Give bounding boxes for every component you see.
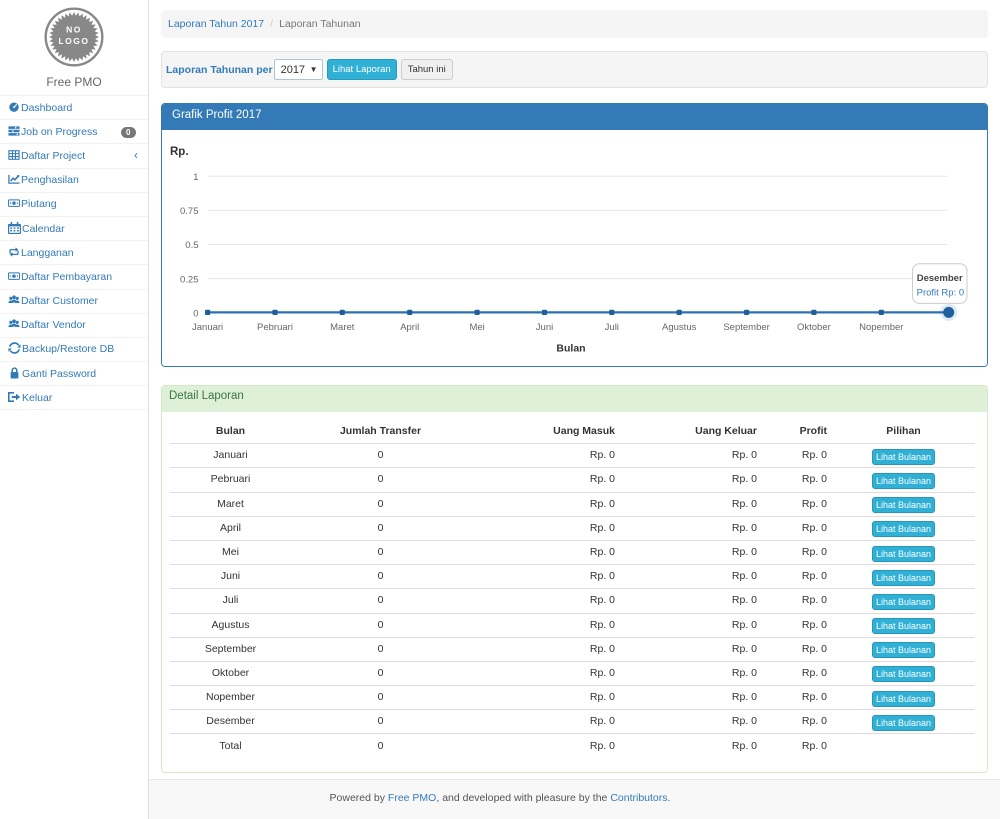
svg-text:0.75: 0.75 bbox=[180, 206, 199, 217]
svg-text:Profit Rp: 0: Profit Rp: 0 bbox=[917, 288, 965, 299]
svg-text:0.5: 0.5 bbox=[185, 240, 198, 251]
svg-text:Nopember: Nopember bbox=[859, 322, 903, 333]
svg-text:April: April bbox=[400, 322, 419, 333]
svg-text:Desember: Desember bbox=[917, 273, 963, 284]
svg-text:Maret: Maret bbox=[330, 322, 355, 333]
svg-text:Januari: Januari bbox=[192, 322, 223, 333]
svg-text:Pebruari: Pebruari bbox=[257, 322, 293, 333]
svg-text:Juni: Juni bbox=[536, 322, 553, 333]
svg-text:Juli: Juli bbox=[605, 322, 619, 333]
svg-text:Rp.: Rp. bbox=[170, 146, 189, 158]
svg-text:September: September bbox=[723, 322, 769, 333]
svg-text:Agustus: Agustus bbox=[662, 322, 697, 333]
svg-text:NO: NO bbox=[66, 25, 82, 35]
svg-text:0: 0 bbox=[193, 308, 198, 319]
svg-text:Oktober: Oktober bbox=[797, 322, 831, 333]
svg-text:1: 1 bbox=[193, 172, 198, 183]
svg-text:Mei: Mei bbox=[469, 322, 484, 333]
svg-text:Bulan: Bulan bbox=[556, 342, 585, 354]
svg-text:LOGO: LOGO bbox=[58, 36, 89, 46]
svg-text:0.25: 0.25 bbox=[180, 274, 199, 285]
